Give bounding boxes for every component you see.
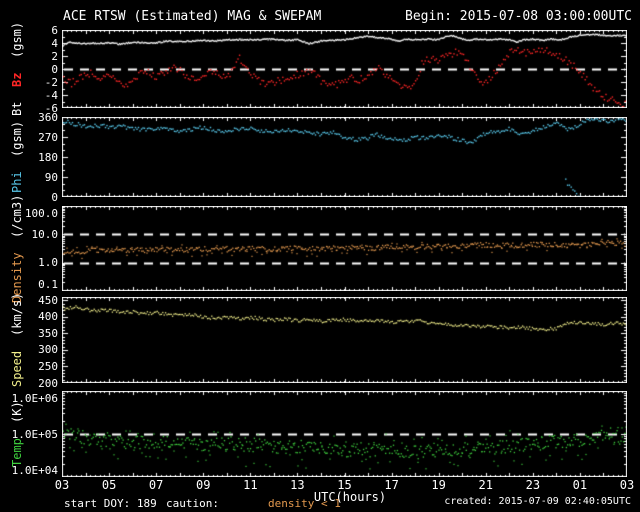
x-tick-label: 19 xyxy=(431,478,446,492)
x-tick-label: 01 xyxy=(572,478,588,492)
panel-phi: 360 270 180 90 0 Phi (gsm) xyxy=(10,111,627,204)
plot-title: ACE RTSW (Estimated) MAG & SWEPAM xyxy=(63,9,322,24)
temp-chart-canvas xyxy=(62,391,627,477)
y-axis-label-part: (gsm) xyxy=(10,120,24,157)
speed-chart-canvas xyxy=(62,297,627,383)
x-tick-label: 03 xyxy=(54,478,70,492)
y-axis-label: Bt Bz (gsm) xyxy=(9,22,25,116)
x-tick-label: 03 xyxy=(619,478,635,492)
y-axis-label-part: (/cm3) xyxy=(10,194,24,238)
x-tick-label: 23 xyxy=(525,478,541,492)
bt-bz-chart-canvas xyxy=(62,30,627,108)
y-axis-label: Temp (K) xyxy=(9,391,25,477)
y-axis-label: Density (/cm3) xyxy=(9,194,25,302)
ace-rtsw-plot: ACE RTSW (Estimated) MAG & SWEPAM Begin:… xyxy=(0,0,640,512)
y-axis-label-part: (gsm) xyxy=(10,22,24,59)
y-axis-label-part: Phi xyxy=(10,171,24,194)
begin-timestamp: Begin: 2015-07-08 03:00:00UTC xyxy=(405,9,632,24)
footer-caution-label: caution: xyxy=(166,497,219,510)
footer-caution-value: density < 1 xyxy=(268,497,341,510)
y-axis-label-part: (K) xyxy=(10,401,24,424)
x-tick-label: 11 xyxy=(243,478,258,492)
x-tick-label: 05 xyxy=(101,478,117,492)
footer-created-timestamp: created: 2015-07-09 02:40:05UTC xyxy=(444,496,631,507)
footer-start-doy: start DOY: 189 xyxy=(64,497,157,510)
y-axis-label: Phi (gsm) xyxy=(9,117,25,197)
panel-density: 100.0 10.0 1.0 0.1 Density (/cm3) xyxy=(10,194,627,303)
panel-temp: 1.0E+06 1.0E+05 1.0E+04 Temp (K) xyxy=(10,391,627,477)
x-tick-label: 21 xyxy=(478,478,493,492)
phi-chart-canvas xyxy=(62,117,627,197)
panel-bt-bz: 6 4 2 0 -2 -4 -6 Bt Bz (gsm) xyxy=(10,22,627,116)
x-tick-label: 09 xyxy=(196,478,211,492)
y-axis-label-part: (km/s) xyxy=(10,293,24,337)
x-tick-label: 07 xyxy=(148,478,164,492)
y-axis-label: Speed (km/s) xyxy=(9,293,25,387)
y-axis-label-part: Speed xyxy=(10,350,24,387)
density-chart-canvas xyxy=(62,206,627,291)
y-axis-label-part: Temp xyxy=(10,437,24,467)
y-axis-label-part: Bz xyxy=(10,72,24,88)
panel-speed: 450 400 350 300 250 200 Speed (km/s) xyxy=(10,293,627,390)
